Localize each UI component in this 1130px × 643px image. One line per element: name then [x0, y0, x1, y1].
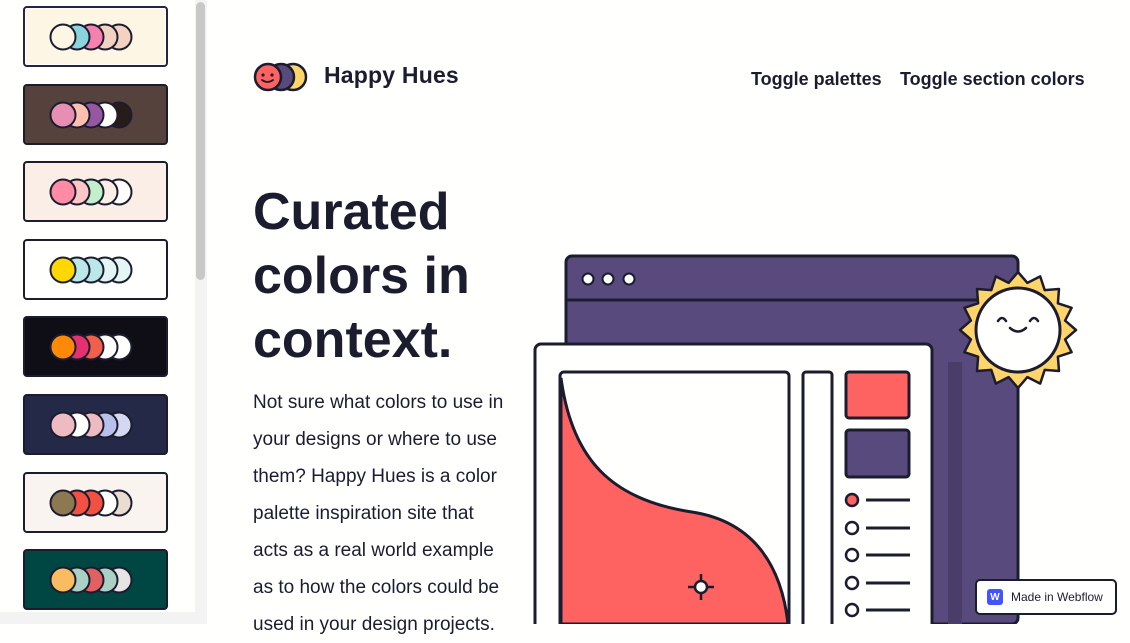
- palette-color-dot: [49, 101, 77, 129]
- hero-title-line: colors in: [253, 247, 470, 305]
- sidebar-scroll-thumb[interactable]: [196, 2, 205, 280]
- hero-text-line: used in your design projects.: [253, 614, 495, 635]
- palette-swatch-5[interactable]: [23, 316, 168, 378]
- palette-swatch-6[interactable]: [23, 394, 168, 455]
- palette-color-dot: [49, 411, 77, 439]
- brand-name[interactable]: Happy Hues: [324, 62, 459, 89]
- palette-circles: [49, 566, 133, 594]
- hero-title: Curated colors in context.: [253, 180, 553, 372]
- hero-title-line: context.: [253, 311, 453, 369]
- hero-description: Not sure what colors to use in your desi…: [253, 384, 533, 643]
- palette-circles: [49, 23, 133, 51]
- hero-title-line: Curated: [253, 183, 450, 241]
- palette-color-dot: [49, 489, 77, 517]
- sidebar-horizontal-scrollbar[interactable]: [0, 612, 207, 624]
- palette-sidebar: [0, 0, 207, 624]
- hero-text-line: Not sure what colors to use in: [253, 392, 504, 413]
- palette-circles: [49, 489, 133, 517]
- palette-swatch-4[interactable]: [23, 238, 168, 300]
- palette-circles: [49, 411, 133, 439]
- toggle-palettes-link[interactable]: Toggle palettes: [751, 69, 882, 90]
- hero-text-line: palette inspiration site that: [253, 503, 474, 524]
- hero-text-line: them? Happy Hues is a color: [253, 466, 497, 487]
- toggle-section-colors-link[interactable]: Toggle section colors: [900, 69, 1085, 90]
- hero-illustration: [533, 254, 1078, 624]
- logo-icon[interactable]: [252, 60, 310, 94]
- webflow-logo-icon: W: [987, 589, 1003, 605]
- palette-swatch-1[interactable]: [23, 6, 168, 67]
- palette-swatch-7[interactable]: [23, 471, 168, 533]
- hero-text-line: as to how the colors could be: [253, 577, 500, 598]
- palette-circles: [49, 178, 133, 206]
- palette-color-dot: [49, 566, 77, 594]
- palette-circles: [49, 101, 133, 129]
- made-in-webflow-badge[interactable]: W Made in Webflow: [975, 579, 1117, 615]
- webflow-badge-label: Made in Webflow: [1011, 590, 1103, 604]
- palette-color-dot: [49, 178, 77, 206]
- palette-swatch-8[interactable]: [23, 549, 168, 611]
- palette-circles: [49, 256, 133, 284]
- palette-color-dot: [49, 23, 77, 51]
- palette-circles: [49, 333, 133, 361]
- hero-text-line: your designs or where to use: [253, 429, 497, 450]
- palette-color-dot: [49, 256, 77, 284]
- hero-text-line: acts as a real world example: [253, 540, 494, 561]
- smiling-sun-icon: [958, 270, 1078, 390]
- palette-swatch-2[interactable]: [23, 83, 168, 145]
- palette-color-dot: [49, 333, 77, 361]
- palette-swatch-3[interactable]: [23, 161, 168, 223]
